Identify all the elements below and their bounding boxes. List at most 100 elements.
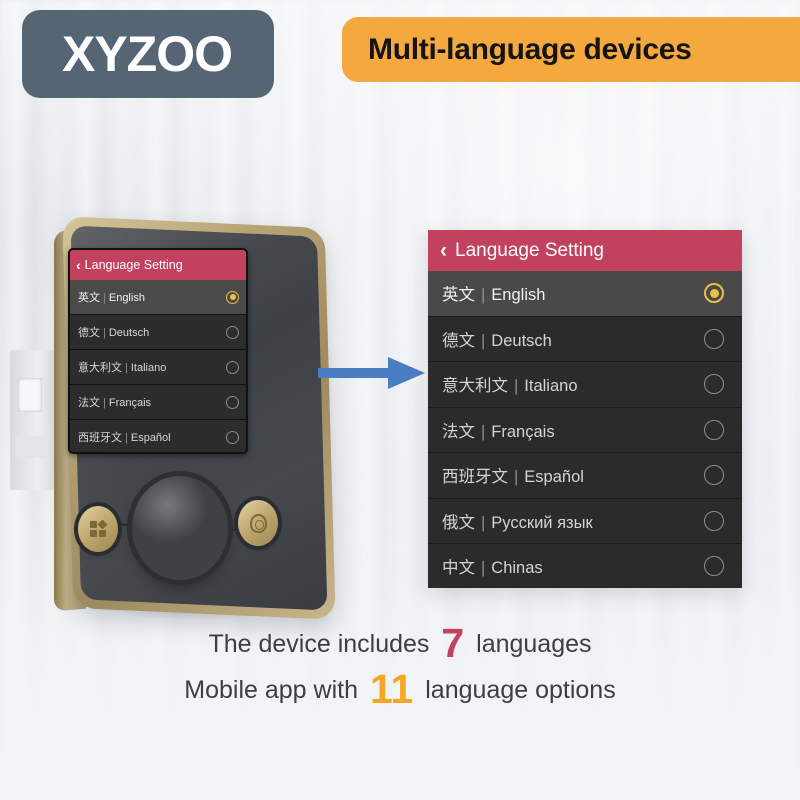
caption-app-languages: Mobile app with 11 language options bbox=[0, 666, 800, 713]
language-name-cn: 俄文 bbox=[442, 513, 475, 532]
language-name-native: Italiano bbox=[130, 362, 167, 374]
panel-header: ‹ Language Setting bbox=[428, 230, 742, 271]
blue-right-arrow bbox=[318, 357, 425, 389]
language-name-cn: 法文 bbox=[442, 422, 475, 441]
language-name-native: Русский язык bbox=[491, 513, 593, 532]
label-separator: | bbox=[125, 432, 128, 444]
language-row-label: 西班牙文 | Español bbox=[78, 429, 171, 445]
language-row[interactable]: 法文 | Français bbox=[428, 407, 742, 453]
language-name-cn: 法文 bbox=[78, 397, 100, 409]
back-chevron-icon[interactable]: ‹ bbox=[76, 257, 81, 273]
language-row[interactable]: 意大利文 | Italiano bbox=[428, 362, 742, 408]
label-separator: | bbox=[125, 362, 128, 374]
caption2-prefix: Mobile app with bbox=[184, 676, 358, 704]
language-row-label: 法文 | Français bbox=[442, 418, 555, 442]
language-row-label: 意大利文 | Italiano bbox=[78, 359, 166, 375]
language-name-native: Italiano bbox=[524, 377, 578, 396]
language-row[interactable]: 法文 | Français bbox=[70, 385, 246, 420]
headline-banner: Multi-language devices bbox=[342, 17, 800, 82]
language-name-native: Français bbox=[108, 397, 152, 409]
language-row[interactable]: 德文 | Deutsch bbox=[428, 316, 742, 362]
label-separator: | bbox=[103, 292, 106, 304]
caption1-prefix: The device includes bbox=[208, 630, 430, 658]
language-name-native: Deutsch bbox=[108, 327, 150, 339]
logo-wordmark: XYZOO bbox=[61, 26, 233, 82]
panel-title: Language Setting bbox=[455, 239, 604, 261]
label-separator: | bbox=[481, 286, 486, 305]
brand-logo: XYZOO bbox=[22, 10, 274, 98]
language-name-cn: 德文 bbox=[442, 331, 475, 350]
language-row[interactable]: 德文 | Deutsch bbox=[70, 315, 246, 350]
language-row-label: 德文 | Deutsch bbox=[78, 324, 149, 340]
label-separator: | bbox=[103, 327, 106, 339]
radio-unselected-icon[interactable] bbox=[704, 556, 724, 577]
radio-unselected-icon[interactable] bbox=[226, 325, 239, 339]
caption-device-languages: The device includes 7 languages bbox=[0, 620, 800, 667]
label-separator: | bbox=[514, 377, 519, 396]
radio-unselected-icon[interactable] bbox=[704, 510, 724, 531]
language-name-native: Deutsch bbox=[491, 331, 552, 350]
label-separator: | bbox=[481, 422, 486, 441]
keypad-button[interactable] bbox=[78, 506, 118, 552]
logo-mark: XYZOO bbox=[62, 29, 234, 79]
language-row-label: 西班牙文 | Español bbox=[442, 463, 584, 487]
language-setting-panel: ‹ Language Setting 英文 | English 德文 | Deutsch 意… bbox=[428, 230, 742, 588]
language-row[interactable]: 中文 | Chinas bbox=[428, 544, 742, 588]
language-name-cn: 意大利文 bbox=[442, 377, 508, 396]
fingerprint-icon bbox=[249, 513, 267, 533]
language-row-label: 中文 | Chinas bbox=[442, 554, 543, 578]
language-row[interactable]: 西班牙文 | Español bbox=[428, 453, 742, 499]
language-name-cn: 意大利文 bbox=[78, 362, 122, 374]
language-row-label: 德文 | Deutsch bbox=[442, 327, 552, 351]
radio-unselected-icon[interactable] bbox=[704, 374, 724, 395]
language-row-label: 英文 | English bbox=[78, 289, 145, 305]
language-name-cn: 西班牙文 bbox=[442, 468, 508, 487]
language-row-label: 法文 | Français bbox=[78, 394, 151, 410]
radio-unselected-icon[interactable] bbox=[704, 419, 724, 440]
language-name-cn: 英文 bbox=[78, 292, 100, 304]
device-language-list: 英文 | English 德文 | Deutsch 意大利文 | Italiano 法文 | Fran… bbox=[70, 280, 246, 452]
radio-unselected-icon[interactable] bbox=[704, 328, 724, 349]
language-row[interactable]: 俄文 | Русский язык bbox=[428, 498, 742, 544]
device-screen[interactable]: ‹ Language Setting 英文 | English 德文 | Deutsch 意… bbox=[68, 248, 248, 454]
language-name-native: English bbox=[491, 286, 546, 305]
device-screen-header: ‹ Language Setting bbox=[70, 250, 246, 280]
headline-title: Multi-language devices bbox=[368, 32, 692, 66]
language-name-native: Español bbox=[130, 432, 171, 444]
caption2-suffix: language options bbox=[425, 676, 616, 704]
language-name-native: Español bbox=[524, 468, 584, 487]
language-name-native: Français bbox=[491, 422, 555, 441]
language-name-cn: 德文 bbox=[78, 327, 100, 339]
language-name-cn: 中文 bbox=[442, 559, 475, 578]
language-row-label: 意大利文 | Italiano bbox=[442, 372, 578, 396]
label-separator: | bbox=[103, 397, 106, 409]
app-language-count: 11 bbox=[369, 666, 414, 712]
device-screen-title: Language Setting bbox=[84, 258, 183, 272]
radio-unselected-icon[interactable] bbox=[226, 395, 239, 409]
label-separator: | bbox=[514, 468, 519, 487]
label-separator: | bbox=[481, 559, 486, 578]
smart-door-lock: ‹ Language Setting 英文 | English 德文 | Deutsch 意… bbox=[10, 200, 360, 640]
radio-selected-icon[interactable] bbox=[226, 290, 239, 304]
promo-graphic: XYZOO Multi-language devices ‹ Language … bbox=[0, 0, 800, 800]
fingerprint-button[interactable] bbox=[238, 500, 278, 546]
label-separator: | bbox=[481, 513, 486, 532]
label-separator: | bbox=[481, 331, 486, 350]
language-row[interactable]: 西班牙文 | Español bbox=[70, 420, 246, 452]
radio-unselected-icon[interactable] bbox=[704, 465, 724, 486]
back-chevron-icon[interactable]: ‹ bbox=[440, 240, 447, 261]
device-language-count: 7 bbox=[441, 620, 465, 666]
language-list: 英文 | English 德文 | Deutsch 意大利文 | Italiano 法文 | Fran… bbox=[428, 271, 742, 588]
radio-unselected-icon[interactable] bbox=[226, 360, 239, 374]
language-name-native: Chinas bbox=[491, 559, 543, 578]
language-name-cn: 西班牙文 bbox=[78, 432, 122, 444]
language-row[interactable]: 英文 | English bbox=[428, 271, 742, 317]
language-row-label: 俄文 | Русский язык bbox=[442, 509, 593, 533]
caption1-suffix: languages bbox=[476, 630, 592, 658]
keypad-icon bbox=[90, 519, 108, 537]
language-row[interactable]: 意大利文 | Italiano bbox=[70, 350, 246, 385]
radio-unselected-icon[interactable] bbox=[226, 430, 239, 444]
language-row[interactable]: 英文 | English bbox=[70, 280, 246, 315]
language-name-native: English bbox=[108, 292, 145, 304]
radio-selected-icon[interactable] bbox=[704, 283, 724, 304]
